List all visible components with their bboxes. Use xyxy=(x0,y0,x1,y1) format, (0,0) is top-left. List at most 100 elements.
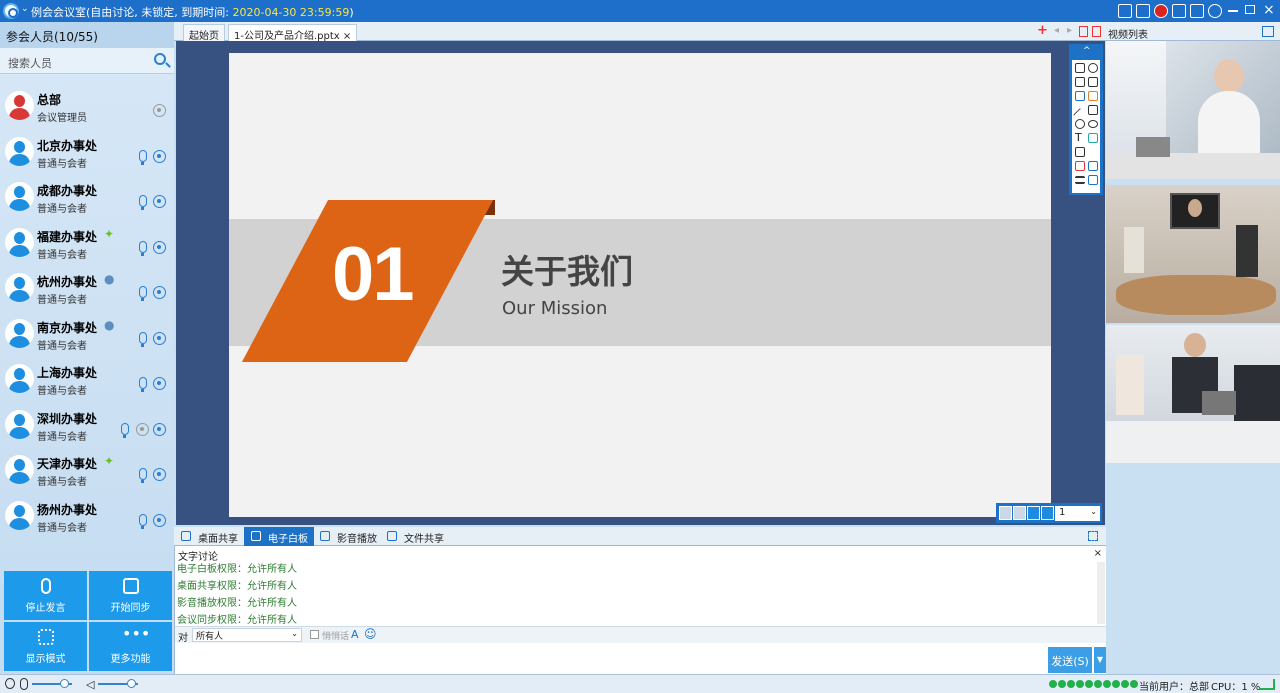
fill-icon[interactable] xyxy=(1088,161,1098,171)
member-item[interactable]: 杭州办事处 普通与会者 ● xyxy=(0,266,174,311)
gear-icon[interactable] xyxy=(1208,4,1222,18)
member-item[interactable]: 扬州办事处 普通与会者 xyxy=(0,494,174,539)
close-icon[interactable]: × xyxy=(1094,548,1102,559)
microphone-icon[interactable] xyxy=(139,468,147,483)
microphone-icon[interactable] xyxy=(121,422,129,438)
maximize-icon[interactable] xyxy=(1245,5,1255,14)
font-icon[interactable]: A xyxy=(351,628,359,641)
hand-icon[interactable] xyxy=(1075,63,1085,73)
tab-whiteboard[interactable]: 电子白板 xyxy=(244,527,314,546)
close-icon[interactable]: × xyxy=(1263,2,1275,18)
cursor-icon[interactable] xyxy=(1088,77,1098,87)
tab-media-play[interactable]: 影音播放 xyxy=(313,527,383,546)
prev-page-button[interactable] xyxy=(1013,506,1026,520)
microphone-icon[interactable] xyxy=(139,195,147,210)
eraser-icon[interactable] xyxy=(1088,175,1098,185)
send-button[interactable]: 发送(S) xyxy=(1048,647,1092,673)
speaker-volume-knob[interactable] xyxy=(127,679,136,688)
camera-icon[interactable] xyxy=(153,149,166,163)
pointer-icon[interactable] xyxy=(1075,77,1085,87)
microphone-icon[interactable] xyxy=(139,240,147,256)
add-icon[interactable]: + xyxy=(1037,23,1048,38)
last-page-button[interactable] xyxy=(1041,506,1054,520)
marker-icon[interactable] xyxy=(1088,91,1098,101)
member-item[interactable]: 深圳办事处 普通与会者 xyxy=(0,403,174,448)
camera-icon[interactable] xyxy=(153,422,166,436)
video-feed-3[interactable] xyxy=(1106,325,1280,463)
scissors-icon[interactable] xyxy=(1088,133,1098,143)
color-pen-icon[interactable] xyxy=(1075,161,1085,171)
circle-icon[interactable] xyxy=(1075,119,1085,129)
screen-icon[interactable] xyxy=(1118,4,1132,18)
search-icon[interactable] xyxy=(154,53,166,65)
member-item[interactable]: 总部 会议管理员 xyxy=(0,84,174,129)
tab-file-share[interactable]: 文件共享 xyxy=(380,527,450,546)
layout-icon[interactable] xyxy=(1172,4,1186,18)
collapse-icon[interactable]: ^ xyxy=(1083,46,1091,56)
save-icon[interactable] xyxy=(1075,147,1085,157)
pdf-icon[interactable] xyxy=(1079,26,1088,37)
microphone-icon[interactable] xyxy=(139,331,147,347)
prev-tab-icon[interactable]: ◂ xyxy=(1054,25,1059,36)
pen-icon[interactable] xyxy=(1075,91,1085,101)
microphone-icon[interactable] xyxy=(139,377,147,392)
video-feed-1[interactable] xyxy=(1106,41,1280,179)
tab-home[interactable]: 起始页 xyxy=(183,24,225,42)
next-page-button[interactable] xyxy=(1027,506,1040,520)
minimize-icon[interactable] xyxy=(1228,10,1238,12)
next-tab-icon[interactable]: ▸ xyxy=(1067,25,1072,36)
start-sync-button[interactable]: 开始同步 xyxy=(89,571,172,620)
zoom-icon[interactable] xyxy=(1088,63,1098,73)
app-logo-icon[interactable] xyxy=(3,3,19,19)
slide-canvas[interactable]: 01 关于我们 Our Mission xyxy=(229,53,1051,517)
save-doc-icon[interactable] xyxy=(1092,26,1101,37)
member-item[interactable]: 北京办事处 普通与会者 xyxy=(0,130,174,175)
send-options-chevron-icon[interactable]: ▼ xyxy=(1093,647,1106,673)
video-feed-2[interactable] xyxy=(1106,185,1280,323)
stop-speak-button[interactable]: 停止发言 xyxy=(4,571,87,620)
tab-document[interactable]: 1-公司及产品介绍.pptx × xyxy=(228,24,358,42)
speaker-icon[interactable]: ◁ xyxy=(86,678,94,691)
mic-volume-knob[interactable] xyxy=(60,679,69,688)
record-icon[interactable] xyxy=(1154,4,1168,18)
page-select[interactable]: 1 ⌄ xyxy=(1055,506,1100,521)
microphone-icon[interactable] xyxy=(20,678,28,690)
chat-scrollbar[interactable] xyxy=(1097,562,1105,624)
chat-input[interactable] xyxy=(175,644,1047,673)
camera-icon[interactable] xyxy=(153,377,166,390)
search-input[interactable]: 搜索人员 xyxy=(0,48,174,74)
line-width-icon[interactable] xyxy=(1075,176,1085,184)
grid-icon[interactable] xyxy=(1190,4,1204,18)
camera-icon[interactable] xyxy=(153,104,166,117)
microphone-icon[interactable] xyxy=(139,513,147,529)
camera-off-icon[interactable] xyxy=(136,422,149,436)
camera-settings-icon[interactable] xyxy=(5,678,15,689)
fullscreen-icon[interactable] xyxy=(1088,531,1098,541)
first-page-button[interactable] xyxy=(999,506,1012,520)
microphone-icon[interactable] xyxy=(139,149,147,165)
camera-icon[interactable] xyxy=(153,513,166,527)
ellipse-icon[interactable] xyxy=(1088,120,1098,128)
camera-icon[interactable] xyxy=(153,195,166,208)
member-item[interactable]: 南京办事处 普通与会者 ● xyxy=(0,312,174,357)
member-item[interactable]: 上海办事处 普通与会者 xyxy=(0,357,174,402)
private-checkbox[interactable] xyxy=(310,630,319,639)
emoji-icon[interactable]: ☺ xyxy=(364,627,377,641)
text-icon[interactable]: T xyxy=(1075,132,1085,143)
member-item[interactable]: 天津办事处 普通与会者 ✦ xyxy=(0,448,174,493)
camera-icon[interactable] xyxy=(153,240,166,254)
chevron-down-icon[interactable]: ⌄ xyxy=(21,4,29,14)
more-functions-button[interactable]: ••• 更多功能 xyxy=(89,622,172,671)
tab-desktop-share[interactable]: 桌面共享 xyxy=(174,527,244,546)
rectangle-icon[interactable] xyxy=(1088,105,1098,115)
camera-icon[interactable] xyxy=(153,468,166,481)
video-layout-icon[interactable] xyxy=(1262,26,1274,37)
microphone-icon[interactable] xyxy=(139,286,147,301)
member-item[interactable]: 福建办事处 普通与会者 ✦ xyxy=(0,221,174,266)
monitor-icon[interactable] xyxy=(1136,4,1150,18)
camera-icon[interactable] xyxy=(153,331,166,345)
member-item[interactable]: 成都办事处 普通与会者 xyxy=(0,175,174,220)
display-mode-button[interactable]: 显示模式 xyxy=(4,622,87,671)
recipient-select[interactable]: 所有人 ⌄ xyxy=(192,628,302,642)
camera-icon[interactable] xyxy=(153,286,166,299)
